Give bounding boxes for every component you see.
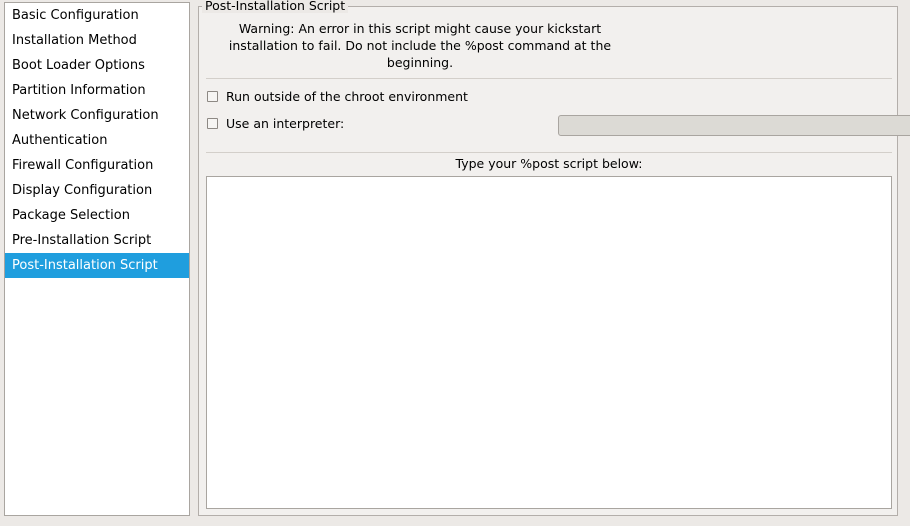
interpreter-input[interactable]: [558, 115, 910, 136]
chroot-checkbox-row[interactable]: Run outside of the chroot environment: [207, 87, 468, 105]
post-script-textarea[interactable]: [206, 176, 892, 509]
separator-bottom: [206, 152, 892, 153]
sidebar-item-label: Basic Configuration: [12, 8, 139, 23]
kickstart-configurator-window: Basic Configuration Installation Method …: [0, 0, 910, 526]
sidebar-item-label: Partition Information: [12, 83, 146, 98]
sidebar-item-label: Installation Method: [12, 33, 137, 48]
sidebar-item-firewall-configuration[interactable]: Firewall Configuration: [5, 153, 189, 178]
sidebar-item-label: Boot Loader Options: [12, 58, 145, 73]
frame-border-right-run: [338, 6, 898, 7]
script-area-label: Type your %post script below:: [455, 156, 643, 171]
sidebar-item-installation-method[interactable]: Installation Method: [5, 28, 189, 53]
sidebar-item-label: Firewall Configuration: [12, 158, 154, 173]
warning-text: Warning: An error in this script might c…: [228, 21, 612, 70]
sidebar-item-label: Post-Installation Script: [12, 258, 158, 273]
sidebar-item-partition-information[interactable]: Partition Information: [5, 78, 189, 103]
separator-top: [206, 78, 892, 79]
section-list[interactable]: Basic Configuration Installation Method …: [4, 2, 190, 516]
sidebar-item-label: Display Configuration: [12, 183, 153, 198]
chroot-checkbox-label: Run outside of the chroot environment: [226, 88, 468, 104]
sidebar-item-post-installation-script[interactable]: Post-Installation Script: [5, 253, 189, 278]
sidebar-item-boot-loader-options[interactable]: Boot Loader Options: [5, 53, 189, 78]
sidebar-item-label: Network Configuration: [12, 108, 159, 123]
sidebar-item-network-configuration[interactable]: Network Configuration: [5, 103, 189, 128]
interpreter-checkbox-label: Use an interpreter:: [226, 115, 345, 131]
sidebar-item-label: Authentication: [12, 133, 108, 148]
interpreter-checkbox-row[interactable]: Use an interpreter:: [207, 114, 344, 132]
sidebar-item-authentication[interactable]: Authentication: [5, 128, 189, 153]
sidebar-item-display-configuration[interactable]: Display Configuration: [5, 178, 189, 203]
frame-legend-label: Post-Installation Script: [202, 0, 349, 13]
post-installation-panel: Warning: An error in this script might c…: [198, 6, 910, 516]
post-script-content: [207, 177, 891, 183]
sidebar-item-label: Package Selection: [12, 208, 130, 223]
checkbox-unchecked-icon[interactable]: [207, 90, 218, 102]
sidebar-item-package-selection[interactable]: Package Selection: [5, 203, 189, 228]
sidebar-item-label: Pre-Installation Script: [12, 233, 152, 248]
sidebar-item-pre-installation-script[interactable]: Pre-Installation Script: [5, 228, 189, 253]
checkbox-unchecked-icon[interactable]: [207, 117, 218, 129]
sidebar-item-basic-configuration[interactable]: Basic Configuration: [5, 3, 189, 28]
